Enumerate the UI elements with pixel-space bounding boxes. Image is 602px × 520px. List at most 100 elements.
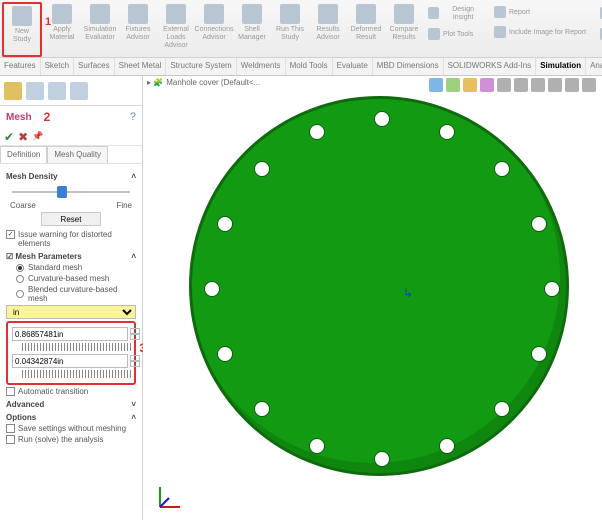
prev-view-icon[interactable] [463,78,477,92]
new-study-button[interactable]: New Study [2,2,42,57]
pm-body: Mesh Density˄ Coarse Fine Reset ✓Issue wa… [0,164,142,450]
spinner[interactable]: ▴▾ [130,355,140,367]
bolt-hole [494,401,510,417]
bolt-hole [439,124,455,140]
results-icon [318,4,338,24]
tab-evaluate[interactable]: Evaluate [333,58,373,75]
results-advisor-button[interactable]: Results Advisor [310,2,346,57]
deformed-icon [356,4,376,24]
tab-moldtools[interactable]: Mold Tools [286,58,333,75]
tab-sheetmetal[interactable]: Sheet Metal [115,58,167,75]
tab-structure[interactable]: Structure System [166,58,236,75]
pushpin-icon[interactable]: 📌 [32,131,43,142]
fine-label: Fine [116,201,132,210]
include-image-button[interactable]: Include Image for Report [492,24,592,42]
ruler-2[interactable] [22,370,132,378]
apply-material-button[interactable]: Apply Material [44,2,80,57]
appearance-icon[interactable] [548,78,562,92]
bolt-hole [531,216,547,232]
graphics-viewport[interactable]: ▸ 🧩 Manhole cover (Default<... ↳ [143,76,602,520]
compare-icon [394,4,414,24]
tab-surfaces[interactable]: Surfaces [74,58,115,75]
shell-manager-button[interactable]: Shell Manager [234,2,270,57]
size-fields-highlight: ▴▾ ▴▾ 3 [6,321,136,385]
report-icon [494,6,506,18]
plot-icon [428,28,440,40]
tab-definition[interactable]: Definition [0,146,47,163]
radio-blended[interactable]: Blended curvature-based mesh [16,285,136,303]
loads-icon [166,4,186,24]
zoom-area-icon[interactable] [446,78,460,92]
callout-1: 1 [45,16,51,28]
options-head[interactable]: Options˄ [6,413,136,422]
manage-network-button[interactable]: Manage Network [598,26,602,44]
manhole-cover-model[interactable] [189,96,569,476]
callout-2: 2 [44,110,51,124]
scene-icon[interactable] [565,78,579,92]
section-view-icon[interactable] [480,78,494,92]
issue-warning-check[interactable]: ✓Issue warning for distorted elements [6,230,136,248]
spinner[interactable]: ▴▾ [130,328,140,340]
tab-features[interactable]: Features [0,58,41,75]
settings-icon[interactable] [582,78,596,92]
fixtures-advisor-button[interactable]: Fixtures Advisor [120,2,156,57]
tab-sketch[interactable]: Sketch [41,58,74,75]
rib-label: New Study [6,28,38,44]
save-settings-check[interactable]: Save settings without meshing [6,424,136,433]
view-triad[interactable] [155,482,185,512]
pm-action-row: ✔ ✖ 📌 [0,128,142,146]
deformed-result-button[interactable]: Deformed Result [348,2,384,57]
auto-transition-check[interactable]: Automatic transition [6,387,136,396]
bolt-hole [309,124,325,140]
bolt-hole [439,438,455,454]
global-size-input[interactable] [12,327,128,341]
pm-subtabs: Definition Mesh Quality [0,146,142,164]
offloaded-sim-button[interactable]: Offloaded Simulation [598,4,602,24]
evaluator-icon [90,4,110,24]
tab-analysisprep[interactable]: Analysis Preparation [586,58,602,75]
bolt-hole [309,438,325,454]
run-study-button[interactable]: Run This Study [272,2,308,57]
fm-icon-1[interactable] [4,82,22,100]
ok-button[interactable]: ✔ [4,130,14,144]
design-insight-button[interactable]: Design Insight [426,4,486,24]
zoom-fit-icon[interactable] [429,78,443,92]
display-style-icon[interactable] [514,78,528,92]
help-icon[interactable]: ? [130,111,136,123]
pm-title-row: Mesh 2 ? [0,106,142,128]
tab-mbd[interactable]: MBD Dimensions [373,58,444,75]
tab-weldments[interactable]: Weldments [237,58,286,75]
hide-show-icon[interactable] [531,78,545,92]
compare-results-button[interactable]: Compare Results [386,2,422,57]
fm-icon-3[interactable] [48,82,66,100]
density-slider[interactable] [12,185,130,199]
radio-curvature[interactable]: Curvature-based mesh [16,274,136,283]
sim-evaluator-button[interactable]: Simulation Evaluator [82,2,118,57]
tab-mesh-quality[interactable]: Mesh Quality [47,146,108,163]
coarse-label: Coarse [10,201,36,210]
unit-select[interactable]: in [6,305,136,319]
tab-simulation[interactable]: Simulation [536,58,586,75]
report-button[interactable]: Report [492,4,592,22]
connections-advisor-button[interactable]: Connections Advisor [196,2,232,57]
mesh-params-head[interactable]: ☑ Mesh Parameters˄ [6,252,136,261]
insight-icon [428,7,439,19]
fm-icon-2[interactable] [26,82,44,100]
tab-addins[interactable]: SOLIDWORKS Add-Ins [444,58,537,75]
external-loads-button[interactable]: External Loads Advisor [158,2,194,57]
slider-thumb[interactable] [57,186,67,198]
commandmanager-tabs: Features Sketch Surfaces Sheet Metal Str… [0,58,602,76]
plot-tools-button[interactable]: Plot Tools [426,26,486,44]
radio-standard[interactable]: Standard mesh [16,263,136,272]
view-orient-icon[interactable] [497,78,511,92]
cancel-button[interactable]: ✖ [18,130,28,144]
run-solve-check[interactable]: Run (solve) the analysis [6,435,136,444]
ruler-1[interactable] [22,343,132,351]
propertymanager-panel: Mesh 2 ? ✔ ✖ 📌 Definition Mesh Quality M… [0,76,143,520]
mesh-density-head[interactable]: Mesh Density˄ [6,172,136,181]
advanced-head[interactable]: Advanced˅ [6,400,136,409]
tolerance-input[interactable] [12,354,128,368]
fm-icon-4[interactable] [70,82,88,100]
breadcrumb[interactable]: ▸ 🧩 Manhole cover (Default<... [147,78,260,87]
reset-button[interactable]: Reset [41,212,101,226]
